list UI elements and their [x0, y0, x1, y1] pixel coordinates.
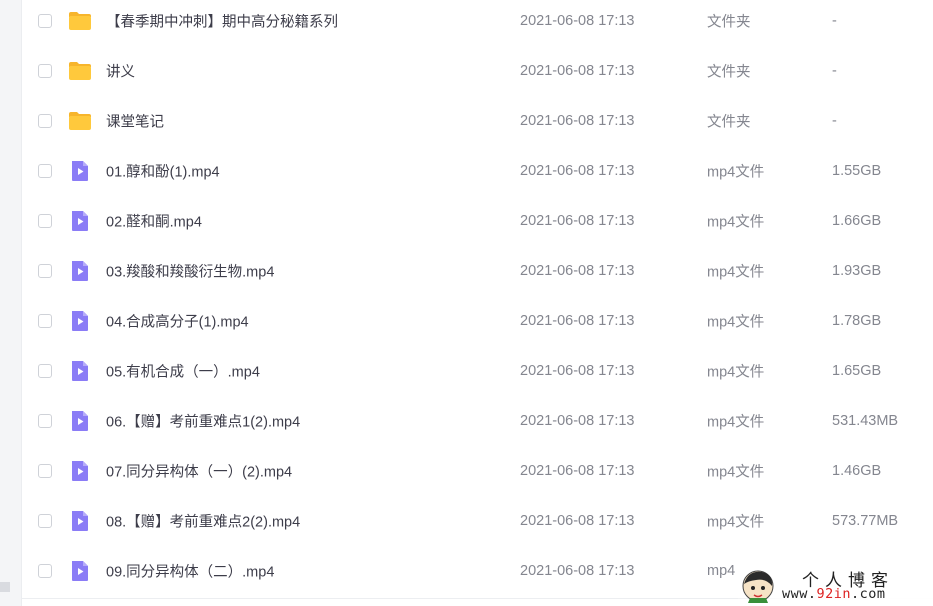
file-name[interactable]: 08.【赠】考前重难点2(2).mp4 — [106, 511, 300, 532]
file-type: mp4文件 — [707, 314, 765, 331]
file-row[interactable]: 02.醛和酮.mp4 2021-06-08 17:13 mp4文件 1.66GB — [22, 196, 933, 246]
row-checkbox[interactable] — [38, 314, 52, 328]
file-name[interactable]: 课堂笔记 — [106, 111, 164, 132]
file-type: 文件夹 — [707, 114, 751, 131]
row-checkbox[interactable] — [38, 214, 52, 228]
video-file-icon — [68, 259, 92, 283]
watermark-url[interactable]: www.92in.com — [782, 586, 886, 602]
video-file-icon — [68, 359, 92, 383]
file-row[interactable]: 课堂笔记 2021-06-08 17:13 文件夹 - — [22, 96, 933, 146]
modified-date: 2021-06-08 17:13 — [520, 313, 635, 329]
modified-date: 2021-06-08 17:13 — [520, 513, 635, 529]
modified-date: 2021-06-08 17:13 — [520, 163, 635, 179]
file-size: 531.43MB — [832, 413, 899, 429]
file-size: 1.55GB — [832, 163, 882, 179]
file-type: mp4 — [707, 563, 736, 579]
file-size: - — [832, 63, 837, 79]
modified-date: 2021-06-08 17:13 — [520, 413, 635, 429]
file-name[interactable]: 04.合成高分子(1).mp4 — [106, 311, 249, 332]
video-file-icon — [68, 559, 92, 583]
row-checkbox[interactable] — [38, 464, 52, 478]
file-name[interactable]: 06.【赠】考前重难点1(2).mp4 — [106, 411, 300, 432]
file-name[interactable]: 05.有机合成（一）.mp4 — [106, 361, 260, 382]
video-file-icon — [68, 209, 92, 233]
file-row[interactable]: 06.【赠】考前重难点1(2).mp4 2021-06-08 17:13 mp4文件… — [22, 396, 933, 446]
modified-date: 2021-06-08 17:13 — [520, 263, 635, 279]
file-size: - — [832, 13, 837, 29]
folder-icon — [68, 109, 92, 133]
video-file-icon — [68, 309, 92, 333]
blog-watermark: 个人博客 www.92in.com — [738, 562, 933, 606]
file-row[interactable]: 03.羧酸和羧酸衍生物.mp4 2021-06-08 17:13 mp4文件 1.93… — [22, 246, 933, 296]
video-file-icon — [68, 509, 92, 533]
file-type: mp4文件 — [707, 414, 765, 431]
file-name[interactable]: 01.醇和酚(1).mp4 — [106, 161, 220, 182]
file-size: 1.46GB — [832, 463, 882, 479]
left-sidebar-edge — [0, 0, 22, 606]
file-list: 【春季期中冲刺】期中高分秘籍系列 2021-06-08 17:13 文件夹 - 讲义 20… — [22, 0, 933, 596]
modified-date: 2021-06-08 17:13 — [520, 213, 635, 229]
video-file-icon — [68, 459, 92, 483]
file-row[interactable]: 讲义 2021-06-08 17:13 文件夹 - — [22, 46, 933, 96]
file-size: 1.65GB — [832, 363, 882, 379]
file-name[interactable]: 讲义 — [106, 61, 135, 82]
file-name[interactable]: 03.羧酸和羧酸衍生物.mp4 — [106, 261, 274, 282]
file-row[interactable]: 【春季期中冲刺】期中高分秘籍系列 2021-06-08 17:13 文件夹 - — [22, 0, 933, 46]
file-type: mp4文件 — [707, 214, 765, 231]
file-row[interactable]: 04.合成高分子(1).mp4 2021-06-08 17:13 mp4文件 1.78… — [22, 296, 933, 346]
folder-icon — [68, 9, 92, 33]
file-type: mp4文件 — [707, 464, 765, 481]
video-file-icon — [68, 159, 92, 183]
row-checkbox[interactable] — [38, 164, 52, 178]
modified-date: 2021-06-08 17:13 — [520, 63, 635, 79]
file-type: mp4文件 — [707, 364, 765, 381]
row-checkbox[interactable] — [38, 264, 52, 278]
file-type: mp4文件 — [707, 264, 765, 281]
file-type: mp4文件 — [707, 514, 765, 531]
file-size: 1.93GB — [832, 263, 882, 279]
sidebar-handle[interactable] — [0, 582, 10, 592]
row-checkbox[interactable] — [38, 14, 52, 28]
row-checkbox[interactable] — [38, 114, 52, 128]
file-type: 文件夹 — [707, 64, 751, 81]
row-checkbox[interactable] — [38, 414, 52, 428]
video-file-icon — [68, 409, 92, 433]
row-checkbox[interactable] — [38, 64, 52, 78]
modified-date: 2021-06-08 17:13 — [520, 563, 635, 579]
folder-icon — [68, 59, 92, 83]
file-row[interactable]: 07.同分异构体（一）(2).mp4 2021-06-08 17:13 mp4文件 1… — [22, 446, 933, 496]
row-checkbox[interactable] — [38, 564, 52, 578]
file-size: 573.77MB — [832, 513, 899, 529]
modified-date: 2021-06-08 17:13 — [520, 363, 635, 379]
file-type: mp4文件 — [707, 164, 765, 181]
file-size: 1.78GB — [832, 313, 882, 329]
row-checkbox[interactable] — [38, 514, 52, 528]
cartoon-avatar-icon — [742, 570, 774, 603]
modified-date: 2021-06-08 17:13 — [520, 463, 635, 479]
file-row[interactable]: 05.有机合成（一）.mp4 2021-06-08 17:13 mp4文件 1.65G… — [22, 346, 933, 396]
file-size: 1.66GB — [832, 213, 882, 229]
file-name[interactable]: 【春季期中冲刺】期中高分秘籍系列 — [106, 11, 338, 32]
modified-date: 2021-06-08 17:13 — [520, 113, 635, 129]
file-row[interactable]: 01.醇和酚(1).mp4 2021-06-08 17:13 mp4文件 1.55GB — [22, 146, 933, 196]
file-size: - — [832, 113, 837, 129]
row-checkbox[interactable] — [38, 364, 52, 378]
modified-date: 2021-06-08 17:13 — [520, 13, 635, 29]
file-name[interactable]: 09.同分异构体（二）.mp4 — [106, 561, 274, 582]
file-name[interactable]: 02.醛和酮.mp4 — [106, 211, 202, 232]
file-name[interactable]: 07.同分异构体（一）(2).mp4 — [106, 461, 292, 482]
file-row[interactable]: 08.【赠】考前重难点2(2).mp4 2021-06-08 17:13 mp4文件… — [22, 496, 933, 546]
file-type: 文件夹 — [707, 14, 751, 31]
